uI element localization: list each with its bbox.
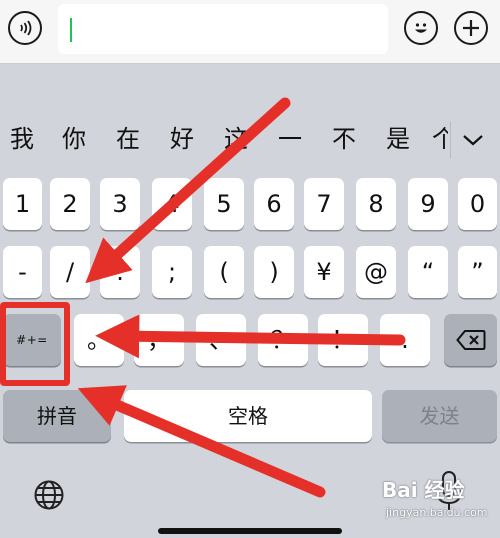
plus-icon: [463, 20, 479, 36]
switch-keyboard-button[interactable]: [32, 478, 66, 512]
voice-input-button[interactable]: [8, 11, 42, 45]
annotation-highlight-box: [0, 302, 70, 386]
key-period[interactable]: .: [380, 314, 430, 366]
pinyin-key[interactable]: 拼音: [3, 390, 111, 442]
smiley-icon: [415, 23, 427, 33]
input-bar: [0, 0, 500, 64]
key-question[interactable]: ？: [258, 314, 308, 366]
key-slash[interactable]: /: [50, 246, 90, 298]
voice-wave-icon: [20, 20, 32, 36]
candidate-bar: 我 你 在 好 这 一 不 是 个: [0, 112, 500, 168]
candidate-item[interactable]: 你: [62, 124, 86, 154]
baidu-watermark: Bai 经验 jingyan.baidu.com: [382, 474, 494, 526]
key-comma[interactable]: ，: [134, 314, 184, 366]
home-indicator[interactable]: [158, 528, 342, 534]
key-left-paren[interactable]: (: [204, 246, 244, 298]
candidate-item[interactable]: 好: [170, 124, 194, 154]
backspace-icon: [455, 330, 485, 350]
candidate-expand-button[interactable]: [458, 126, 488, 154]
key-7[interactable]: 7: [304, 178, 344, 230]
text-caret: [70, 18, 72, 42]
key-right-quote[interactable]: ”: [458, 246, 497, 298]
key-at[interactable]: @: [356, 246, 396, 298]
key-hyphen[interactable]: -: [3, 246, 42, 298]
key-right-paren[interactable]: ): [254, 246, 294, 298]
candidate-item[interactable]: 个: [432, 124, 448, 154]
key-6[interactable]: 6: [254, 178, 294, 230]
key-enum-comma[interactable]: 、: [196, 314, 246, 366]
candidate-item[interactable]: 一: [278, 124, 302, 154]
key-yuan[interactable]: ¥: [304, 246, 344, 298]
key-colon[interactable]: :: [100, 246, 140, 298]
message-input[interactable]: [58, 4, 388, 54]
globe-icon: [34, 480, 64, 510]
add-button[interactable]: [454, 11, 488, 45]
candidate-item[interactable]: 是: [386, 124, 410, 154]
emoji-button[interactable]: [404, 11, 438, 45]
key-9[interactable]: 9: [408, 178, 448, 230]
candidate-item[interactable]: 不: [332, 124, 356, 154]
key-2[interactable]: 2: [50, 178, 90, 230]
key-full-stop[interactable]: 。: [74, 314, 124, 366]
candidate-item[interactable]: 我: [10, 124, 34, 154]
backspace-key[interactable]: [444, 314, 497, 366]
watermark-brand: Bai 经验: [382, 478, 465, 502]
key-1[interactable]: 1: [3, 178, 42, 230]
candidate-divider: [450, 122, 451, 158]
key-0[interactable]: 0: [458, 178, 497, 230]
chevron-down-icon: [463, 135, 483, 146]
key-8[interactable]: 8: [356, 178, 396, 230]
key-4[interactable]: 4: [152, 178, 192, 230]
key-semicolon[interactable]: ;: [152, 246, 192, 298]
watermark-url: jingyan.baidu.com: [386, 506, 488, 519]
candidate-item[interactable]: 这: [224, 124, 248, 154]
key-5[interactable]: 5: [204, 178, 244, 230]
candidate-item[interactable]: 在: [116, 124, 140, 154]
key-3[interactable]: 3: [100, 178, 140, 230]
key-left-quote[interactable]: “: [408, 246, 448, 298]
send-key[interactable]: 发送: [382, 390, 497, 442]
key-exclamation[interactable]: ！: [318, 314, 368, 366]
space-key[interactable]: 空格: [124, 390, 372, 442]
